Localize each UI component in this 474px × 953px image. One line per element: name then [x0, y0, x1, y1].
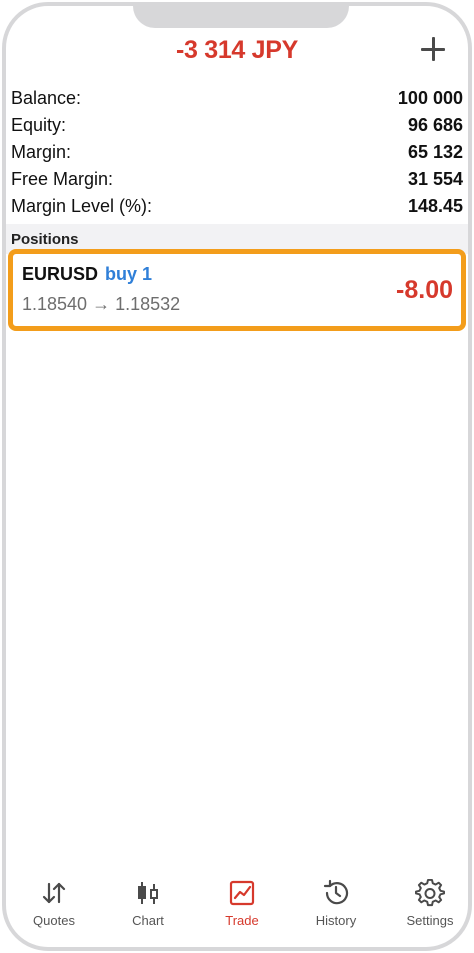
- margin-value: 65 132: [407, 142, 463, 162]
- phone-notch: [133, 6, 349, 28]
- balance-row: Balance: 100 000: [6, 86, 468, 113]
- position-symbol-line: EURUSD buy 1: [22, 264, 152, 285]
- tab-trade-label: Trade: [225, 913, 259, 928]
- position-profit: -8.00: [396, 276, 453, 304]
- position-prices: 1.18540 → 1.18532: [22, 294, 180, 315]
- free-margin-value: 31 554: [407, 169, 463, 189]
- arrow-right-icon: →: [92, 294, 111, 314]
- plus-icon[interactable]: [418, 34, 448, 64]
- position-row[interactable]: EURUSD buy 1 1.18540 → 1.18532 -8.00: [8, 249, 466, 331]
- current-price: 1.18532: [115, 294, 181, 314]
- equity-row: Equity: 96 686: [6, 113, 468, 140]
- positions-section-title: Positions: [11, 231, 79, 248]
- tab-settings[interactable]: Settings: [384, 878, 468, 928]
- tab-history[interactable]: History: [290, 878, 382, 928]
- tab-quotes[interactable]: Quotes: [8, 878, 100, 928]
- trade-chart-icon: [229, 880, 255, 906]
- equity-label: Equity:: [11, 115, 67, 135]
- free-margin-row: Free Margin: 31 554: [6, 167, 468, 194]
- margin-level-value: 148.45: [407, 196, 463, 216]
- tab-history-label: History: [315, 913, 357, 928]
- tab-chart[interactable]: Chart: [102, 878, 194, 928]
- tab-chart-label: Chart: [132, 913, 164, 928]
- tab-trade[interactable]: Trade: [196, 878, 288, 928]
- open-price: 1.18540: [22, 294, 88, 314]
- margin-label: Margin:: [11, 142, 72, 162]
- tab-settings-label: Settings: [406, 913, 454, 928]
- free-margin-label: Free Margin:: [11, 169, 114, 189]
- position-type: buy 1: [105, 264, 153, 284]
- balance-value: 100 000: [397, 88, 463, 108]
- tab-quotes-label: Quotes: [33, 913, 75, 928]
- trade-header: -3 314 JPY: [6, 34, 468, 78]
- bottom-tab-bar: Quotes Chart Trade History Settings: [6, 878, 468, 938]
- position-symbol: EURUSD: [22, 264, 99, 284]
- floating-profit-title: -3 314 JPY: [175, 36, 299, 64]
- account-summary: Balance: 100 000 Equity: 96 686 Margin: …: [6, 86, 468, 221]
- equity-value: 96 686: [407, 115, 463, 135]
- margin-level-row: Margin Level (%): 148.45: [6, 194, 468, 221]
- quotes-icon: [42, 882, 66, 904]
- margin-level-label: Margin Level (%):: [11, 196, 153, 216]
- gear-icon: [415, 878, 445, 907]
- balance-label: Balance:: [11, 88, 82, 108]
- candlestick-chart-icon: [138, 882, 158, 904]
- margin-row: Margin: 65 132: [6, 140, 468, 167]
- history-clock-icon: [323, 879, 349, 905]
- phone-frame: -3 314 JPY Balance: 100 000 Equity: 96 6…: [2, 2, 472, 951]
